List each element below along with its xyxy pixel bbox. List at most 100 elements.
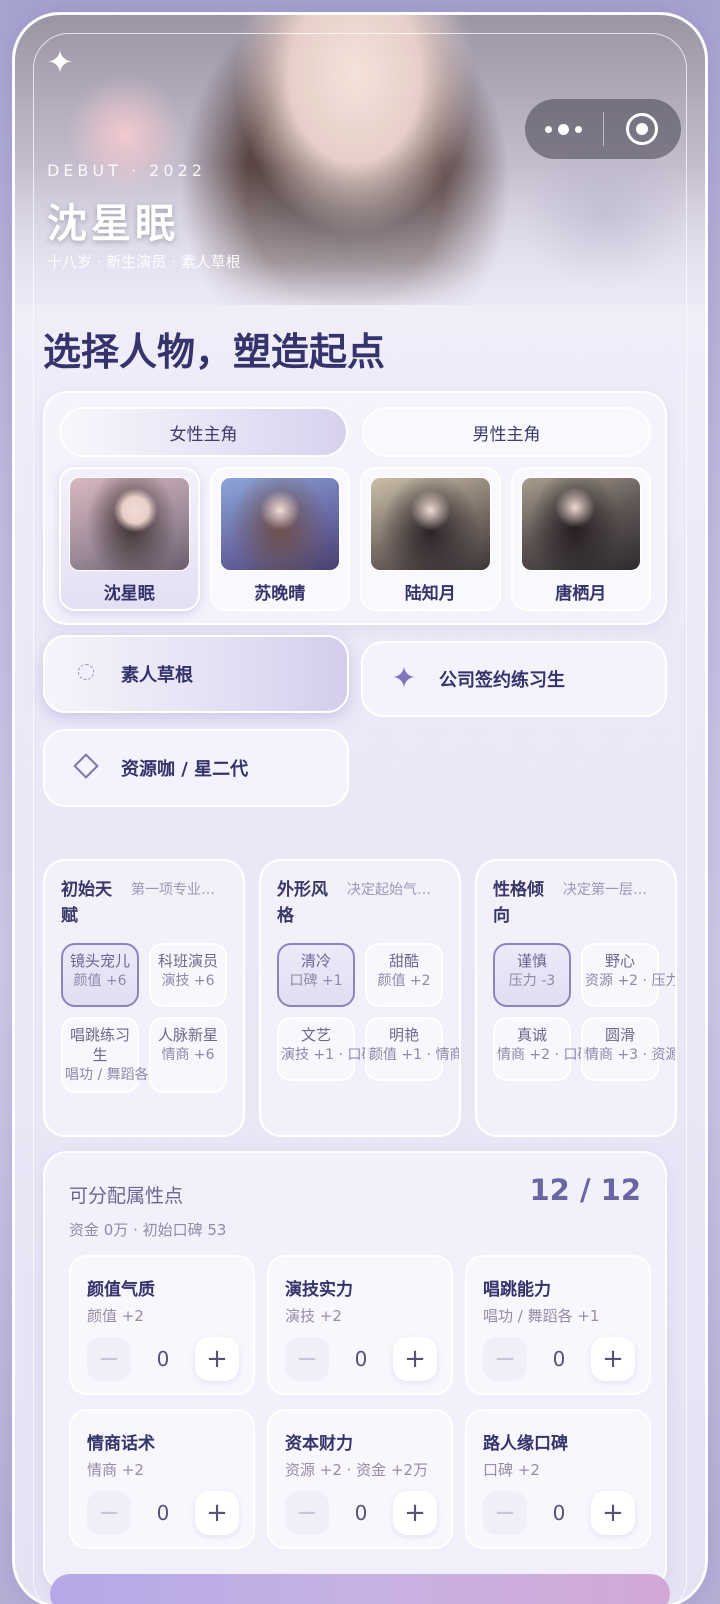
app-frame: ✦ DEBUT · 2022 沈星眠 十八岁 · 新生演员 · 素人草根 选择人… xyxy=(12,12,708,1604)
trait-tag[interactable]: 圆滑情商 +3 · 资源 +1 xyxy=(581,1017,675,1081)
dashed-circle-icon xyxy=(73,663,99,685)
panel-description: 第一项专业… xyxy=(131,882,215,898)
trait-tag[interactable]: 明艳颜值 +1 · 情商 +1 xyxy=(365,1017,459,1081)
increment-button[interactable]: + xyxy=(393,1491,437,1535)
gender-tabs: 女性主角 男性主角 xyxy=(59,407,651,457)
start-option-label: 素人草根 xyxy=(121,665,193,686)
character-card-4[interactable]: 唐栖月 xyxy=(510,467,651,611)
character-card-1[interactable]: 沈星眠 xyxy=(59,467,200,611)
stat-value: 0 xyxy=(552,1347,566,1371)
panel-appearance-style: 外形风格 决定起始气… 清冷 口碑 +1 甜酷 颜值 +2 文艺 演技 +1 · 口碑… xyxy=(259,859,461,1137)
trait-tag[interactable]: 谨慎 压力 -3 xyxy=(493,943,571,1007)
mini-program-capsule xyxy=(525,99,681,159)
stat-card: 情商话术 情商 +2 − 0 + xyxy=(69,1409,255,1549)
stat-card: 演技实力 演技 +2 − 0 + xyxy=(267,1255,453,1395)
panel-title: 初始天赋 xyxy=(61,880,112,926)
character-portrait xyxy=(219,477,340,571)
sparkle-icon: ✦ xyxy=(46,43,74,81)
increment-button[interactable]: + xyxy=(195,1491,239,1535)
decrement-button[interactable]: − xyxy=(87,1491,131,1535)
points-title: 可分配属性点 xyxy=(69,1185,184,1207)
tag-grid: 谨慎压力 -3 野心资源 +2 · 压力 +2 真诚情商 +2 · 口碑 圆滑情… xyxy=(493,943,675,1081)
increment-button[interactable]: + xyxy=(195,1337,239,1381)
stat-effect: 口碑 +2 xyxy=(483,1461,540,1479)
increment-button[interactable]: + xyxy=(393,1337,437,1381)
stat-name: 路人缘口碑 xyxy=(483,1434,568,1454)
stat-effect: 资源 +2 · 资金 +2万 xyxy=(285,1461,429,1479)
stat-card: 资本财力 资源 +2 · 资金 +2万 − 0 + xyxy=(267,1409,453,1549)
character-portrait xyxy=(520,477,641,571)
panel-description: 决定起始气… xyxy=(347,882,431,898)
stat-name: 情商话术 xyxy=(87,1434,155,1454)
stat-effect: 颜值 +2 xyxy=(87,1307,144,1325)
start-option-label: 公司签约练习生 xyxy=(439,670,565,691)
panel-description: 决定第一层… xyxy=(563,882,647,898)
tab-female-lead[interactable]: 女性主角 xyxy=(59,407,348,457)
panel-initial-talent: 初始天赋 第一项专业… 镜头宠儿 颜值 +6 科班演员 演技 +6 唱跳练习生 唱功 … xyxy=(43,859,245,1137)
decrement-button[interactable]: − xyxy=(483,1337,527,1381)
hero-character-name: 沈星眠 xyxy=(47,201,179,247)
debut-label: DEBUT · 2022 xyxy=(47,161,206,180)
trait-tag[interactable]: 野心资源 +2 · 压力 +2 xyxy=(581,943,675,1007)
trait-tag[interactable]: 人脉新星 情商 +6 xyxy=(149,1017,227,1093)
character-name: 沈星眠 xyxy=(103,584,155,604)
stat-value: 0 xyxy=(354,1347,368,1371)
page-title: 选择人物，塑造起点 xyxy=(43,330,386,374)
decrement-button[interactable]: − xyxy=(87,1337,131,1381)
panel-personality: 性格倾向 决定第一层… 谨慎压力 -3 野心资源 +2 · 压力 +2 真诚情商… xyxy=(475,859,677,1137)
target-circle-icon[interactable] xyxy=(604,99,682,159)
character-name: 陆知月 xyxy=(404,584,456,604)
start-option-trainee[interactable]: ✦ 公司签约练习生 xyxy=(361,641,667,717)
panel-title: 外形风格 xyxy=(277,880,328,926)
increment-button[interactable]: + xyxy=(591,1337,635,1381)
tag-grid: 清冷 口碑 +1 甜酷 颜值 +2 文艺 演技 +1 · 口碑 明艳 颜值 +1 · 情… xyxy=(277,943,459,1081)
start-option-grassroots[interactable]: 素人草根 xyxy=(43,635,349,713)
start-option-star-kid[interactable]: 资源咖 / 星二代 xyxy=(43,729,349,807)
stat-name: 演技实力 xyxy=(285,1280,353,1300)
increment-button[interactable]: + xyxy=(591,1491,635,1535)
character-name: 唐栖月 xyxy=(555,584,607,604)
trait-tag[interactable]: 文艺 演技 +1 · 口碑 xyxy=(277,1017,375,1081)
character-card-2[interactable]: 苏晚晴 xyxy=(209,467,350,611)
decrement-button[interactable]: − xyxy=(483,1491,527,1535)
points-remaining: 12 / 12 xyxy=(529,1173,642,1207)
stat-value: 0 xyxy=(156,1347,170,1371)
character-list: 沈星眠 苏晚晴 陆知月 唐栖月 xyxy=(59,467,651,611)
stat-value: 0 xyxy=(156,1501,170,1525)
stat-name: 唱跳能力 xyxy=(483,1280,551,1300)
trait-tag[interactable]: 唱跳练习生 唱功 / 舞蹈各 xyxy=(61,1017,149,1093)
character-portrait xyxy=(69,477,190,571)
trait-tag[interactable]: 镜头宠儿 颜值 +6 xyxy=(61,943,139,1007)
trait-tag[interactable]: 科班演员 演技 +6 xyxy=(149,943,227,1007)
stat-value: 0 xyxy=(354,1501,368,1525)
trait-tag[interactable]: 清冷 口碑 +1 xyxy=(277,943,355,1007)
attribute-points-card: 可分配属性点 12 / 12 资金 0万 · 初始口碑 53 颜值气质 颜值 +… xyxy=(43,1151,667,1591)
four-point-star-icon: ✦ xyxy=(391,661,417,696)
decrement-button[interactable]: − xyxy=(285,1491,329,1535)
tab-male-lead[interactable]: 男性主角 xyxy=(362,407,651,457)
stat-value: 0 xyxy=(552,1501,566,1525)
stat-card: 路人缘口碑 口碑 +2 − 0 + xyxy=(465,1409,651,1549)
stat-effect: 情商 +2 xyxy=(87,1461,144,1479)
stat-card: 唱跳能力 唱功 / 舞蹈各 +1 − 0 + xyxy=(465,1255,651,1395)
stat-name: 颜值气质 xyxy=(87,1280,155,1300)
start-option-label: 资源咖 / 星二代 xyxy=(121,759,249,780)
stat-name: 资本财力 xyxy=(285,1434,353,1454)
character-portrait xyxy=(370,477,491,571)
tag-grid: 镜头宠儿 颜值 +6 科班演员 演技 +6 唱跳练习生 唱功 / 舞蹈各 人脉新星 情商… xyxy=(61,943,243,1093)
trait-tag[interactable]: 真诚 情商 +2 · 口碑 xyxy=(493,1017,591,1081)
stat-effect: 唱功 / 舞蹈各 +1 xyxy=(483,1307,600,1325)
panel-title: 性格倾向 xyxy=(493,880,544,926)
character-name: 苏晚晴 xyxy=(254,584,306,604)
points-subtitle: 资金 0万 · 初始口碑 53 xyxy=(69,1221,227,1239)
more-dots-icon[interactable] xyxy=(525,99,603,159)
character-card-3[interactable]: 陆知月 xyxy=(360,467,501,611)
hero-subtitle: 十八岁 · 新生演员 · 素人草根 xyxy=(47,253,241,271)
trait-tag[interactable]: 甜酷 颜值 +2 xyxy=(365,943,443,1007)
stat-effect: 演技 +2 xyxy=(285,1307,342,1325)
character-select-card: 女性主角 男性主角 沈星眠 苏晚晴 陆知月 唐栖月 xyxy=(43,391,667,625)
diamond-icon xyxy=(73,752,99,780)
stat-card: 颜值气质 颜值 +2 − 0 + xyxy=(69,1255,255,1395)
confirm-button[interactable] xyxy=(50,1574,670,1604)
decrement-button[interactable]: − xyxy=(285,1337,329,1381)
